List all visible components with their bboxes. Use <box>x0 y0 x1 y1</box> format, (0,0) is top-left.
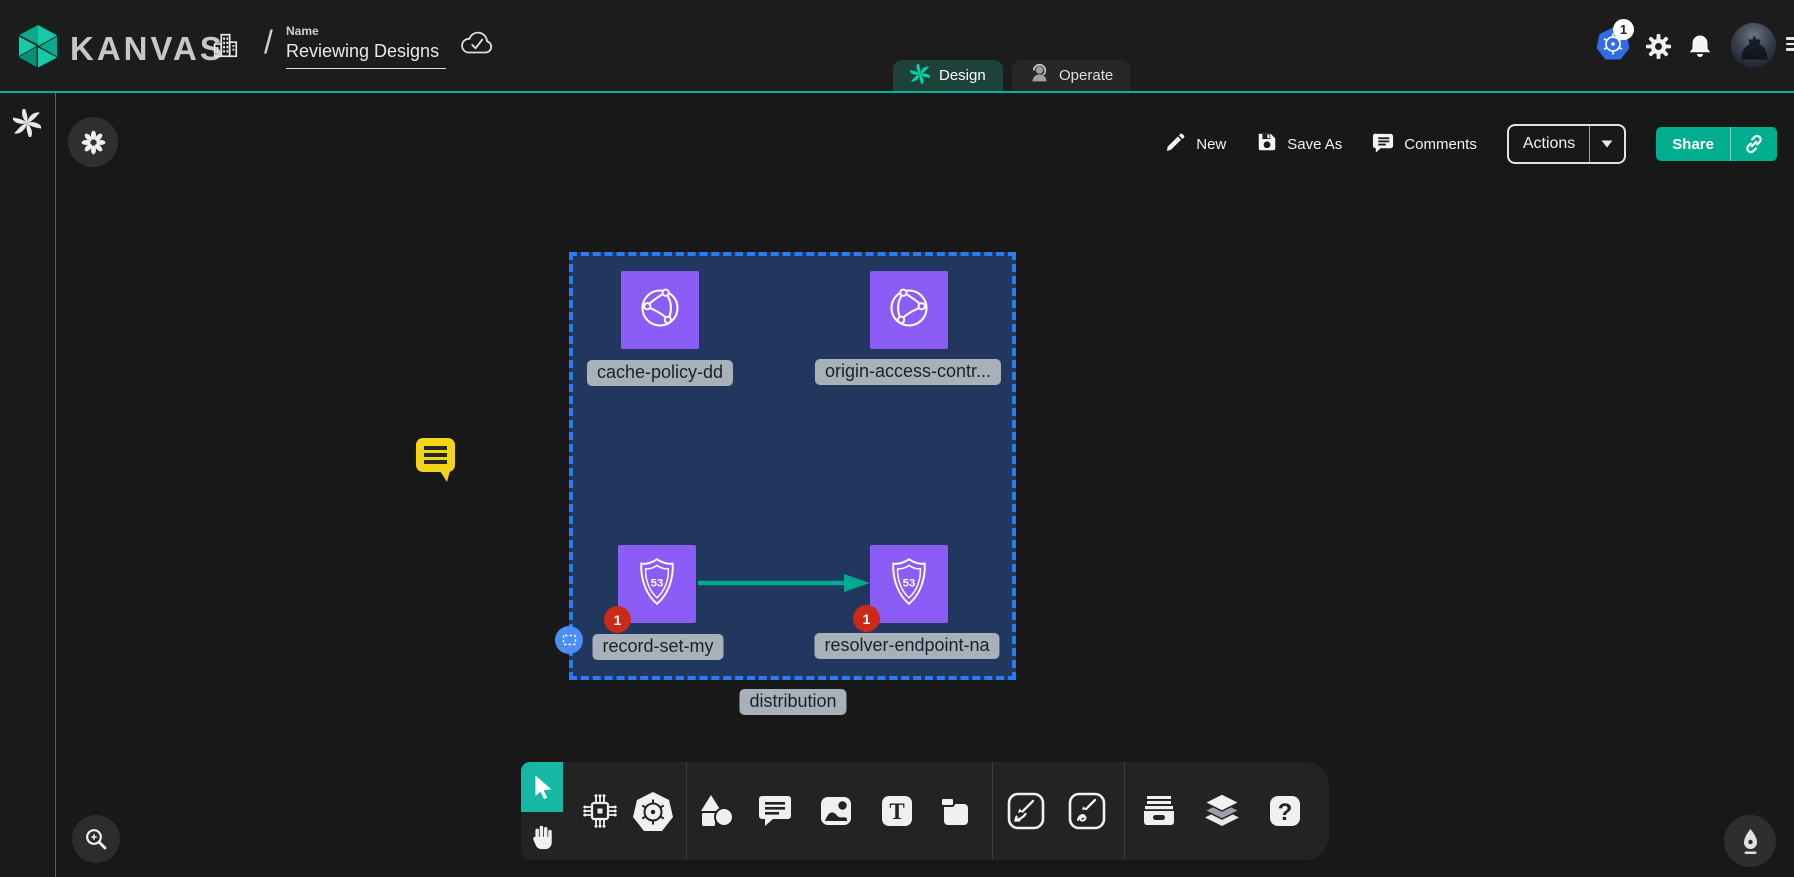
tool-vector-pen-icon[interactable] <box>1004 789 1048 833</box>
new-button[interactable]: New <box>1165 131 1226 157</box>
notifications-bell-icon[interactable] <box>1687 32 1713 65</box>
tool-select-cursor[interactable] <box>521 762 563 812</box>
toolbar-divider <box>992 762 993 860</box>
operate-tab-label: Operate <box>1059 67 1113 84</box>
save-as-button-label: Save As <box>1287 136 1342 153</box>
node-label[interactable]: record-set-my <box>592 634 723 660</box>
toolbar-divider <box>686 762 687 860</box>
tool-freehand-pencil-icon[interactable] <box>1065 789 1109 833</box>
tool-notes-icon[interactable] <box>933 789 977 833</box>
svg-text:53: 53 <box>651 577 664 589</box>
svg-text:T: T <box>889 799 904 824</box>
tool-drawer-archive-icon[interactable] <box>1137 789 1181 833</box>
tool-layers-icon[interactable] <box>1200 789 1244 833</box>
canvas-snowflake-button[interactable] <box>68 117 118 167</box>
user-avatar[interactable] <box>1731 23 1776 68</box>
node-record-set[interactable]: 53 <box>618 545 696 623</box>
edge-record-set-to-resolver[interactable] <box>698 571 870 595</box>
save-as-button[interactable]: Save As <box>1256 131 1342 157</box>
design-name-input[interactable] <box>286 38 446 69</box>
left-sidebar <box>0 93 56 877</box>
tab-operate[interactable]: Operate <box>1012 60 1130 91</box>
tool-text-icon[interactable]: T <box>875 789 919 833</box>
tool-kubernetes-icon[interactable] <box>631 789 675 833</box>
actions-dropdown-button[interactable]: Actions <box>1507 124 1626 164</box>
svg-text:53: 53 <box>903 577 916 589</box>
route53-shield-icon: 53 <box>629 554 685 615</box>
node-label[interactable]: cache-policy-dd <box>587 360 733 386</box>
pencil-icon <box>1165 131 1187 157</box>
bottom-toolbar: T <box>563 762 1329 860</box>
node-label[interactable]: resolver-endpoint-na <box>814 633 999 659</box>
toolbar-divider <box>1124 762 1125 860</box>
node-origin-access-control[interactable] <box>870 271 948 349</box>
canvas-comment-marker[interactable] <box>413 435 457 488</box>
share-button-label: Share <box>1656 127 1730 161</box>
node-label[interactable]: origin-access-contr... <box>815 359 1001 385</box>
tool-help-icon[interactable]: ? <box>1263 789 1307 833</box>
actions-button-label: Actions <box>1509 135 1589 153</box>
cloudfront-globe-icon <box>632 280 688 341</box>
comments-button[interactable]: Comments <box>1372 131 1477 158</box>
new-button-label: New <box>1196 136 1226 153</box>
design-tab-icon <box>910 64 930 88</box>
share-button[interactable]: Share <box>1656 127 1777 161</box>
meshery-spiral-icon[interactable] <box>13 109 41 142</box>
route53-shield-icon: 53 <box>881 554 937 615</box>
zoom-in-button[interactable] <box>72 815 120 863</box>
tab-design[interactable]: Design <box>893 60 1003 91</box>
tool-pan-hand[interactable] <box>521 812 563 860</box>
copy-link-icon[interactable] <box>1731 127 1777 161</box>
design-name-field: Name <box>286 24 446 69</box>
cloudfront-globe-icon <box>881 280 937 341</box>
operate-tab-icon <box>1029 63 1050 88</box>
error-count-badge[interactable]: 1 <box>604 606 631 633</box>
kubernetes-context-count-badge: 1 <box>1613 19 1634 40</box>
cloud-saved-icon <box>458 28 496 63</box>
tool-comment-icon[interactable] <box>753 789 797 833</box>
error-count-badge[interactable]: 1 <box>853 605 880 632</box>
actions-caret-icon[interactable] <box>1590 140 1624 148</box>
pen-mode-button[interactable] <box>1724 815 1776 867</box>
comments-icon <box>1372 131 1395 158</box>
settings-gear-icon[interactable] <box>1645 33 1672 65</box>
header-menu-icon[interactable] <box>1786 34 1794 54</box>
name-field-label: Name <box>286 24 446 38</box>
group-label[interactable]: distribution <box>739 689 846 715</box>
node-resolver-endpoint[interactable]: 53 <box>870 545 948 623</box>
group-collapse-handle[interactable] <box>555 626 583 654</box>
node-cache-policy[interactable] <box>621 271 699 349</box>
save-icon <box>1256 131 1278 157</box>
kanvas-logo[interactable]: KANVAS <box>16 22 225 75</box>
comments-button-label: Comments <box>1404 136 1477 153</box>
brand-wordmark: KANVAS <box>70 30 225 68</box>
header: KANVAS / Name <box>0 0 1794 93</box>
kanvas-logo-icon <box>16 22 60 75</box>
design-tab-label: Design <box>939 67 986 84</box>
tool-shapes-icon[interactable] <box>695 789 739 833</box>
tool-components-chip-icon[interactable] <box>578 789 622 833</box>
breadcrumb-separator: / <box>264 24 273 61</box>
canvas-action-bar: New Save As Co <box>1165 124 1777 164</box>
svg-text:?: ? <box>1278 799 1293 826</box>
tool-image-icon[interactable] <box>814 789 858 833</box>
kanvas-app: KANVAS / Name <box>0 0 1794 877</box>
organization-icon[interactable] <box>210 30 240 65</box>
